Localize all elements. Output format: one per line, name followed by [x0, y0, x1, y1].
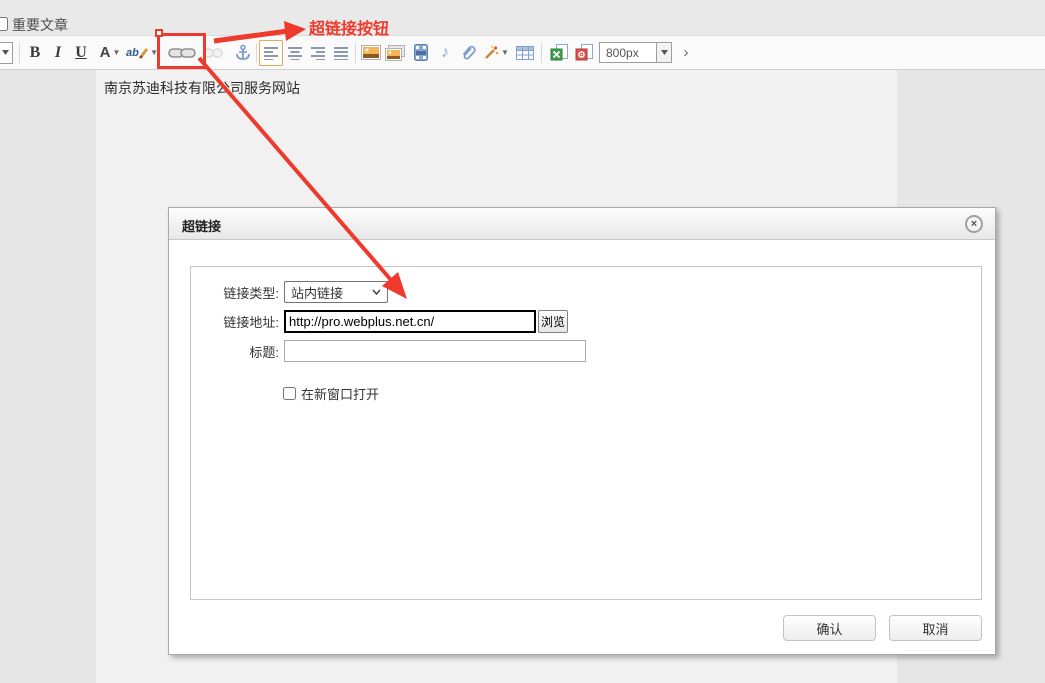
dialog-footer: 确认 取消: [783, 615, 982, 641]
chevron-down-icon: [2, 50, 9, 55]
toolbar-separator: [19, 43, 20, 63]
important-article-checkbox[interactable]: [0, 17, 8, 31]
chevron-down-icon: ▼: [112, 48, 120, 57]
align-center-icon: [288, 46, 303, 60]
attachment-button[interactable]: [458, 40, 478, 66]
confirm-button[interactable]: 确认: [783, 615, 876, 641]
highlight-box-handle: [155, 29, 163, 37]
table-icon: [516, 46, 534, 60]
chevron-down-icon: ▼: [501, 48, 509, 57]
font-color-glyph: A: [100, 44, 111, 61]
insert-table-button[interactable]: [514, 40, 536, 66]
link-title-input[interactable]: [284, 340, 586, 362]
toolbar-separator: [256, 43, 257, 63]
link-type-value: 站内链接: [291, 283, 343, 302]
images-icon: [385, 45, 405, 61]
hyperlink-dialog: 超链接 × 链接类型: 站内链接 链接地址: 浏览 标题:: [168, 207, 996, 655]
toolbar-separator: [355, 43, 356, 63]
import-word-button[interactable]: [573, 40, 595, 66]
annotation-hyperlink-button: 超链接按钮: [309, 15, 389, 39]
excel-icon: [550, 44, 569, 61]
link-form-panel: 链接类型: 站内链接 链接地址: 浏览 标题: 在新窗口打开: [190, 266, 982, 600]
link-title-label: 标题:: [191, 342, 284, 361]
underline-glyph: U: [75, 44, 87, 62]
chevron-down-icon: [372, 289, 381, 295]
insert-multi-image-button[interactable]: [384, 40, 406, 66]
browse-button[interactable]: 浏览: [538, 310, 568, 333]
align-justify-icon: [334, 46, 349, 60]
word-doc-icon: [575, 44, 594, 61]
cancel-button[interactable]: 取消: [889, 615, 982, 641]
music-note-icon: ♪: [441, 44, 449, 62]
new-window-checkbox[interactable]: [283, 387, 296, 400]
unlink-icon: [203, 46, 223, 60]
new-window-label: 在新窗口打开: [301, 384, 379, 403]
italic-glyph: I: [55, 44, 61, 62]
underline-button[interactable]: U: [71, 40, 91, 66]
paperclip-icon: [460, 44, 477, 61]
more-glyph: ›: [684, 44, 689, 61]
spellcheck-button[interactable]: ab ▼: [126, 40, 158, 66]
dialog-title: 超链接: [182, 216, 221, 235]
toolbar-separator: [541, 43, 542, 63]
insert-image-button[interactable]: [360, 40, 382, 66]
bold-glyph: B: [30, 44, 41, 62]
close-icon: ×: [971, 219, 977, 230]
anchor-icon: [235, 44, 251, 62]
align-left-icon: [264, 46, 279, 60]
image-icon: [361, 45, 381, 60]
align-center-button[interactable]: [285, 40, 306, 66]
link-type-select[interactable]: 站内链接: [284, 281, 388, 303]
new-window-row: 在新窗口打开: [283, 384, 379, 403]
insert-audio-button[interactable]: ♪: [435, 40, 455, 66]
dialog-header[interactable]: 超链接 ×: [169, 208, 995, 240]
effects-button[interactable]: ▼: [481, 40, 511, 66]
align-right-button[interactable]: [308, 40, 329, 66]
pencil-icon: [139, 47, 148, 59]
link-url-row: 链接地址: 浏览: [191, 310, 568, 333]
anchor-button[interactable]: [232, 40, 254, 66]
import-excel-button[interactable]: [548, 40, 570, 66]
link-url-label: 链接地址:: [191, 312, 284, 331]
magic-wand-icon: [483, 45, 499, 61]
link-title-row: 标题:: [191, 340, 586, 362]
font-combo-cutoff[interactable]: [0, 42, 13, 64]
image-width-input[interactable]: 800px: [599, 42, 657, 63]
close-button[interactable]: ×: [965, 215, 983, 233]
link-type-row: 链接类型: 站内链接: [191, 281, 388, 303]
align-left-button[interactable]: [259, 40, 283, 66]
highlight-box: [157, 33, 206, 69]
chevron-down-icon: [661, 50, 668, 55]
link-url-input[interactable]: [284, 310, 536, 333]
align-justify-button[interactable]: [331, 40, 352, 66]
italic-button[interactable]: I: [49, 40, 67, 66]
align-right-icon: [311, 46, 326, 60]
editor-content-text: 南京苏迪科技有限公司服务网站: [104, 78, 300, 98]
more-tools-button[interactable]: ›: [677, 40, 695, 66]
important-article-label: 重要文章: [12, 15, 68, 35]
editor-page: 重要文章 B I U A ▼ ab ▼: [0, 0, 1045, 683]
font-color-button[interactable]: A ▼: [96, 40, 124, 66]
film-icon: [414, 44, 428, 61]
bold-button[interactable]: B: [25, 40, 45, 66]
spellcheck-glyph: ab: [126, 47, 139, 59]
insert-video-button[interactable]: [410, 40, 432, 66]
image-width-dropdown-button[interactable]: [657, 42, 672, 63]
link-type-label: 链接类型:: [191, 283, 284, 302]
